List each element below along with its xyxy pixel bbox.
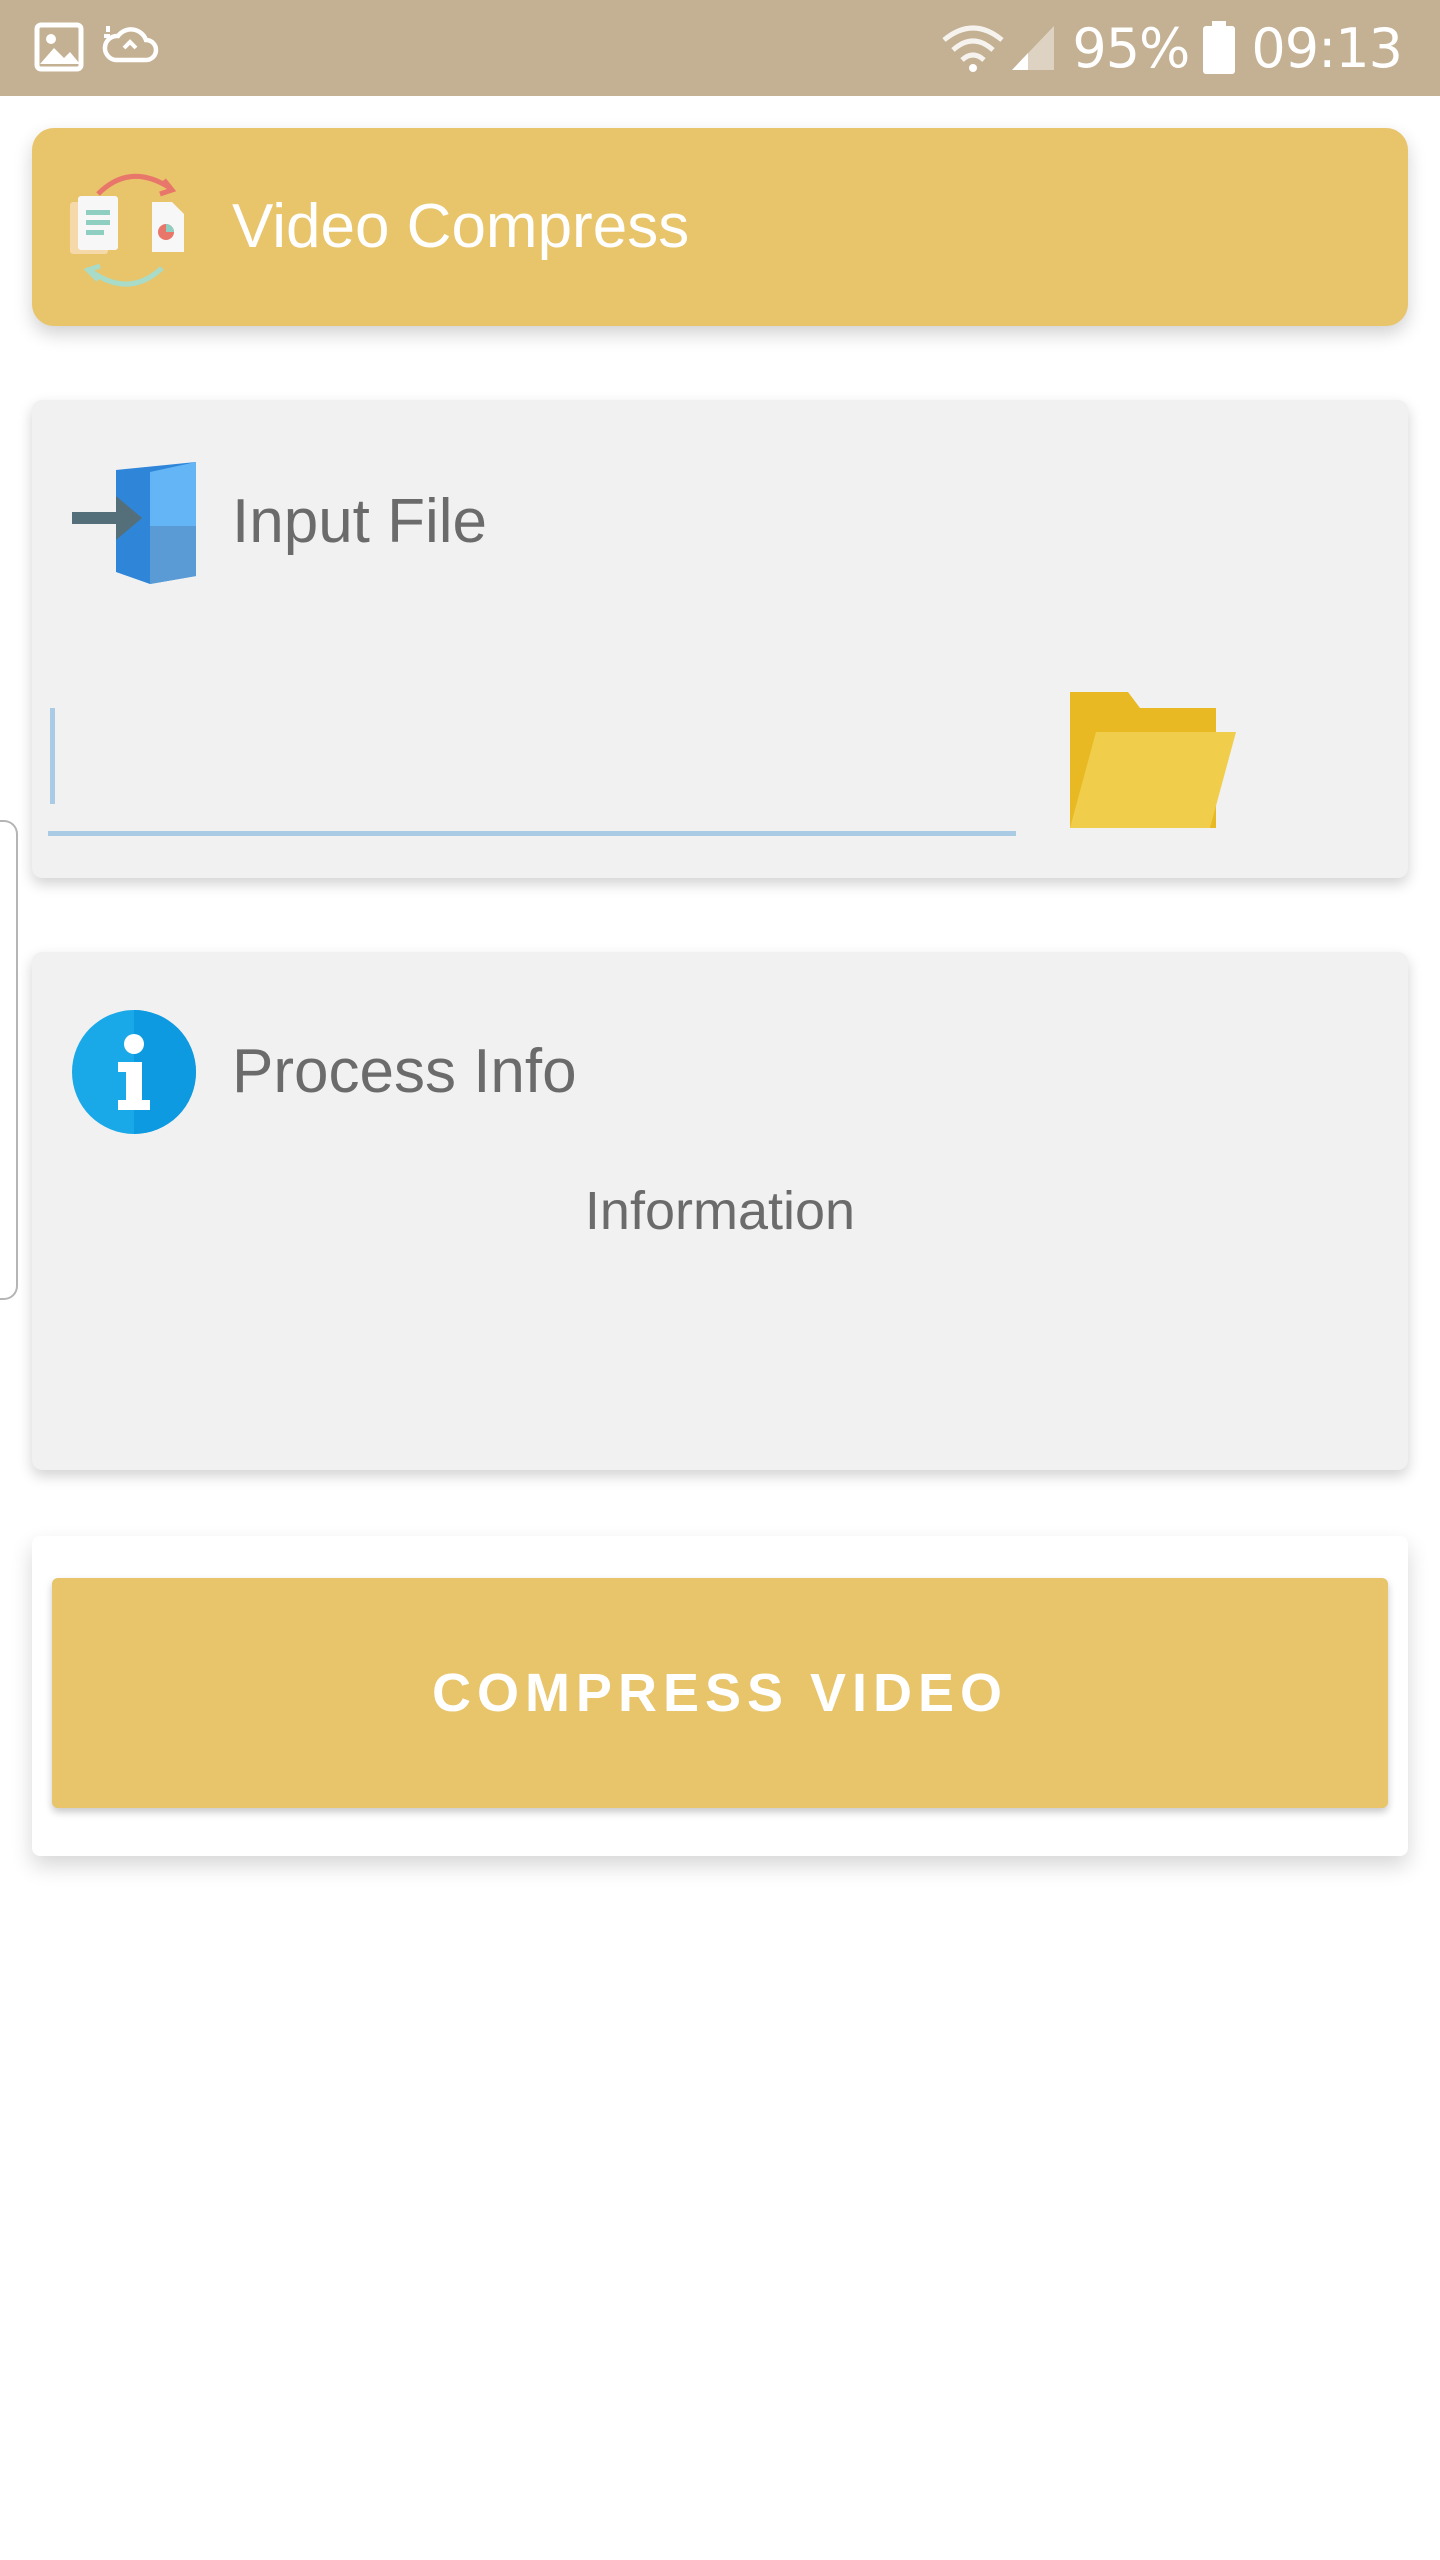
process-info-title: Process Info bbox=[232, 1037, 577, 1106]
image-icon bbox=[34, 22, 84, 72]
status-right: 95% 09:13 bbox=[940, 0, 1403, 96]
file-import-icon bbox=[72, 462, 196, 584]
battery-icon bbox=[1203, 21, 1236, 74]
clock: 09:13 bbox=[1251, 16, 1403, 80]
information-text: Information bbox=[584, 1181, 856, 1241]
text-cursor bbox=[50, 708, 55, 804]
info-icon bbox=[72, 1010, 196, 1134]
file-path-input[interactable] bbox=[48, 708, 1016, 836]
sync-cloud-icon bbox=[102, 26, 159, 63]
process-info-card: Process Info Information bbox=[32, 952, 1408, 1470]
status-bar: 95% 09:13 bbox=[0, 0, 1440, 96]
wifi-icon bbox=[942, 25, 1004, 72]
compress-video-button[interactable]: COMPRESS VIDEO bbox=[52, 1578, 1388, 1808]
input-underline bbox=[48, 831, 1016, 836]
file-convert-logo-icon bbox=[70, 173, 184, 287]
signal-icon bbox=[1012, 26, 1055, 70]
folder-icon[interactable] bbox=[1066, 688, 1236, 838]
battery-percent: 95% bbox=[1072, 16, 1190, 80]
app-title: Video Compress bbox=[232, 192, 690, 261]
input-file-card: Input File bbox=[32, 400, 1408, 878]
app-bar: Video Compress bbox=[32, 128, 1408, 326]
input-file-title: Input File bbox=[232, 487, 488, 556]
compress-button-container: COMPRESS VIDEO bbox=[32, 1536, 1408, 1856]
edge-panel-handle[interactable] bbox=[0, 820, 18, 1300]
